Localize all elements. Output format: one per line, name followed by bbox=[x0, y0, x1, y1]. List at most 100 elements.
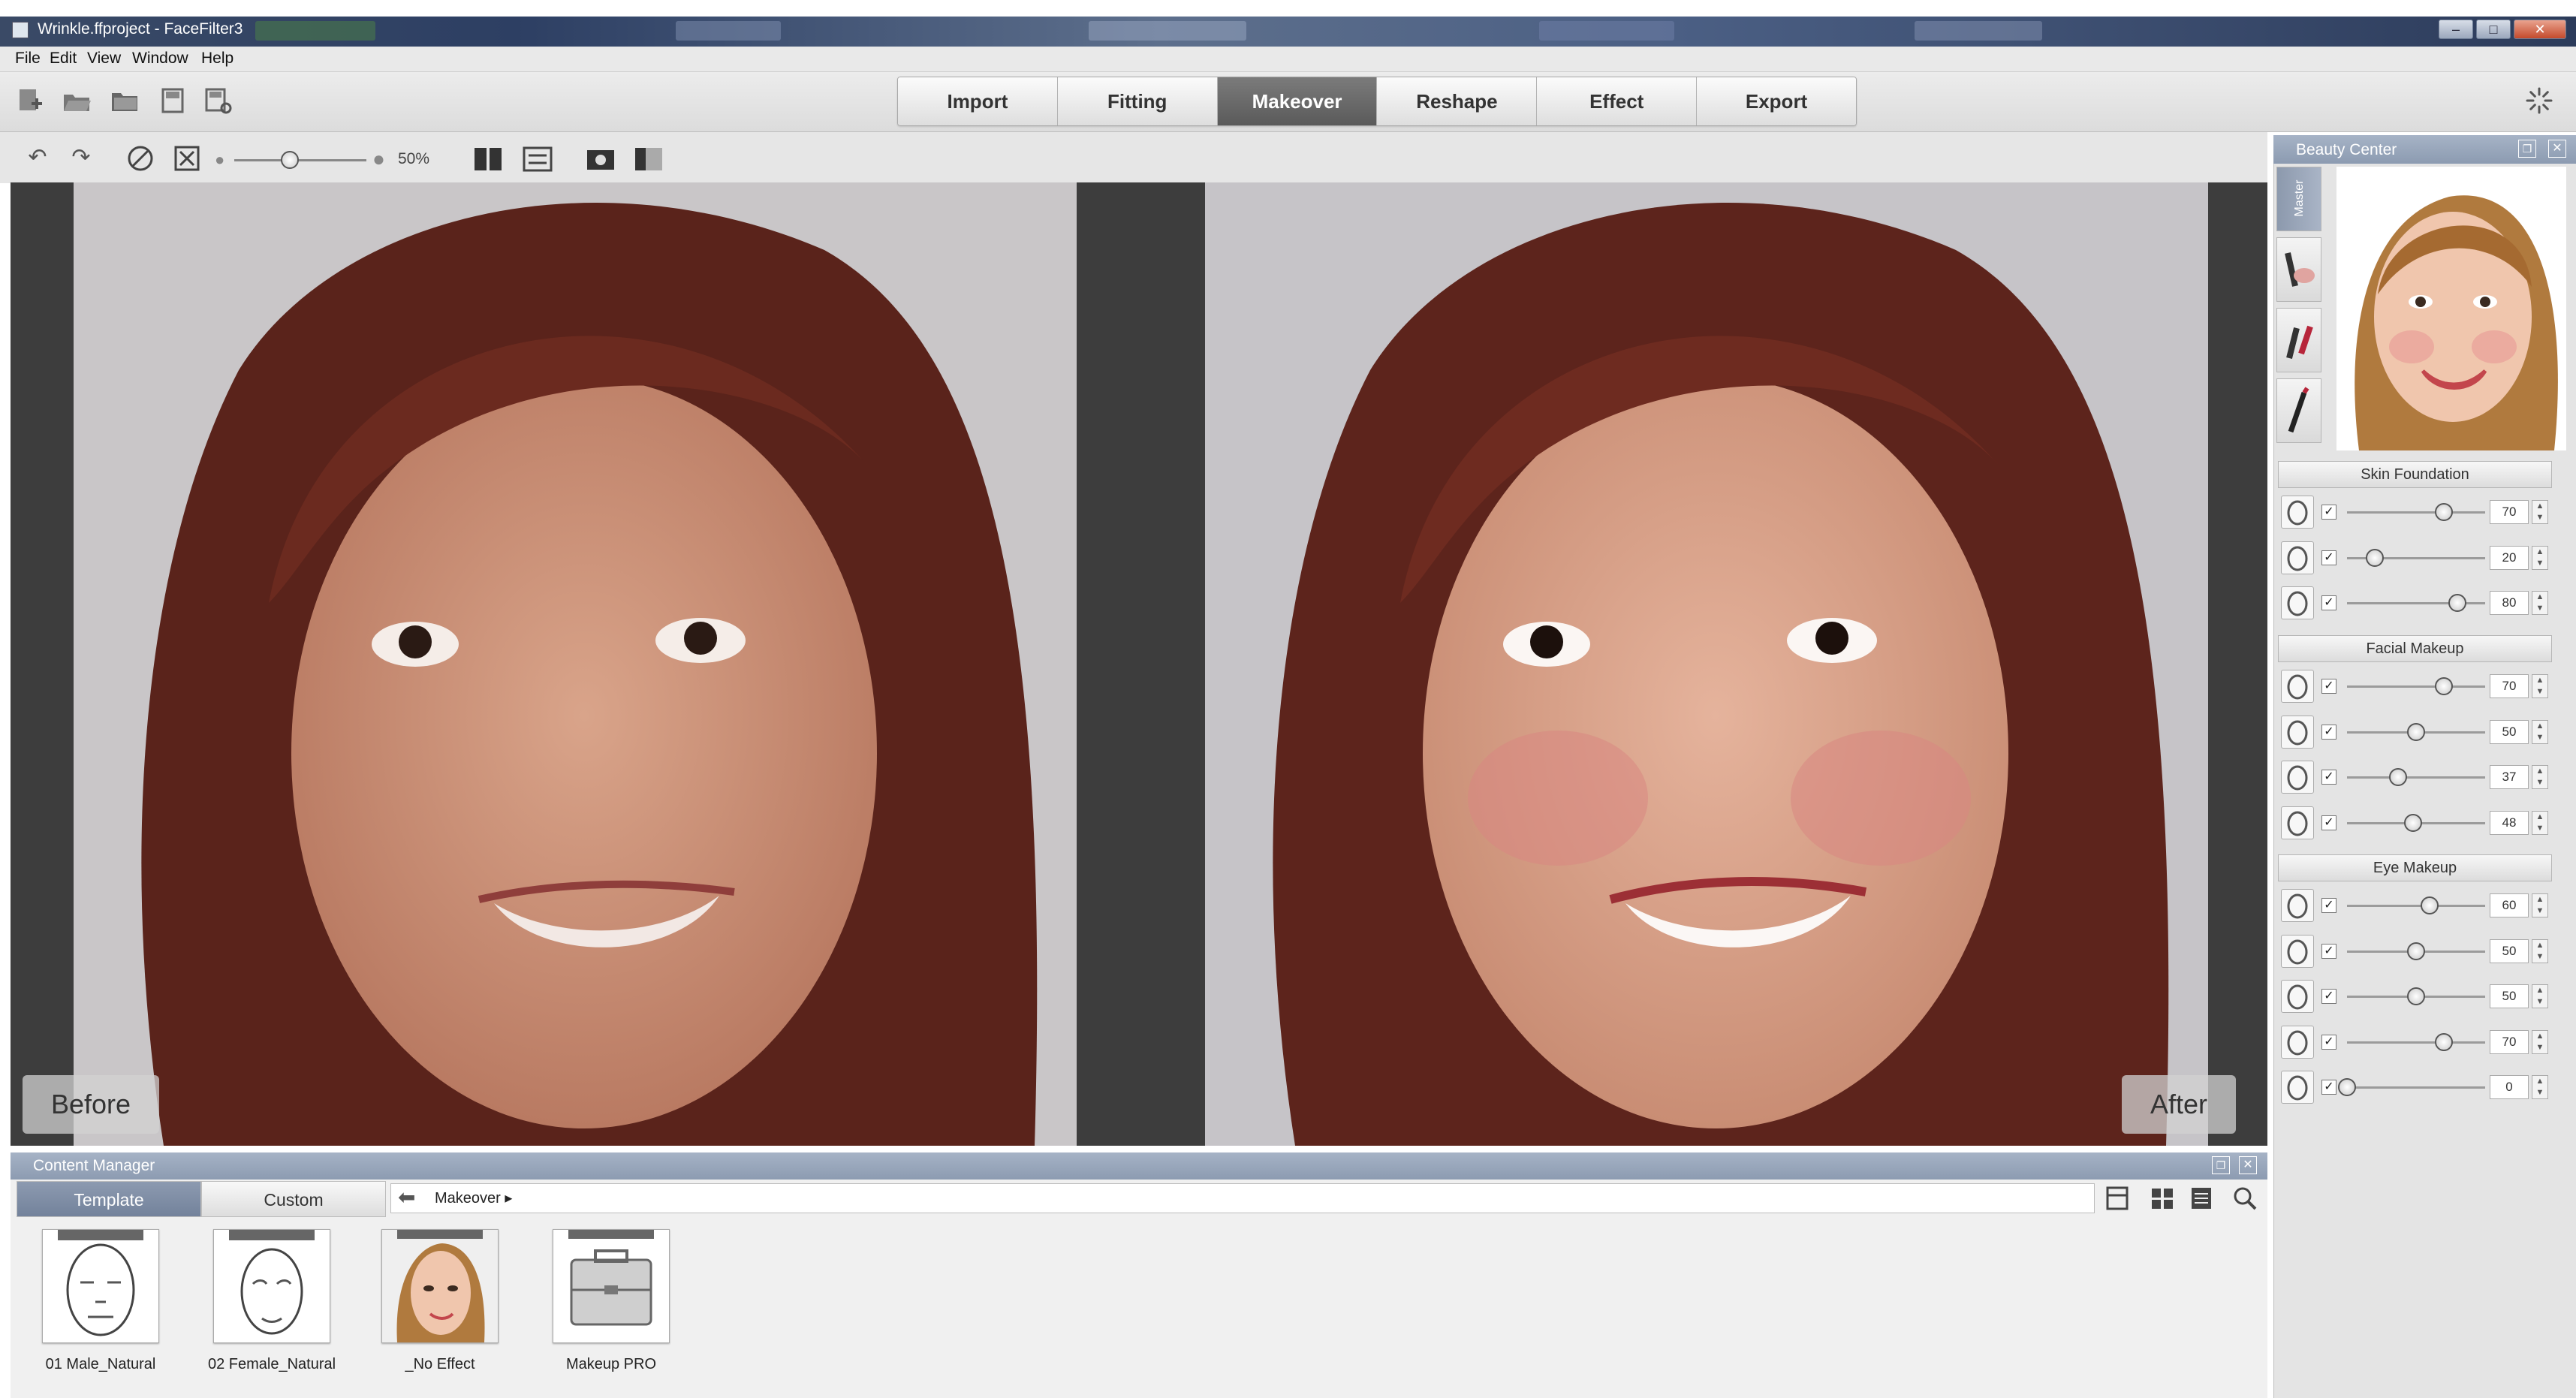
single-view-icon[interactable] bbox=[2104, 1185, 2131, 1212]
enable-checkbox[interactable]: ✓ bbox=[2321, 1034, 2336, 1050]
cheek-icon[interactable] bbox=[2281, 715, 2314, 749]
slider-value[interactable]: 0 bbox=[2490, 1075, 2529, 1099]
eyeliner-icon[interactable] bbox=[2281, 934, 2314, 968]
enable-checkbox[interactable]: ✓ bbox=[2321, 1080, 2336, 1095]
slider-value[interactable]: 50 bbox=[2490, 939, 2529, 963]
panel-close-icon[interactable]: ✕ bbox=[2548, 140, 2566, 158]
save-as-icon[interactable] bbox=[203, 86, 233, 116]
slider-track[interactable] bbox=[2347, 511, 2485, 514]
tab-eye[interactable] bbox=[2276, 378, 2321, 443]
tab-custom[interactable]: Custom bbox=[201, 1181, 386, 1217]
value-spinner[interactable]: ▲ ▼ bbox=[2532, 810, 2548, 835]
breadcrumb-path[interactable]: Makeover ▸ bbox=[435, 1190, 512, 1207]
cm-close-icon[interactable]: ✕ bbox=[2239, 1156, 2257, 1174]
slider-value[interactable]: 70 bbox=[2490, 674, 2529, 698]
slider-track[interactable] bbox=[2347, 905, 2485, 907]
value-spinner[interactable]: ▲ ▼ bbox=[2532, 1029, 2548, 1054]
save-icon[interactable] bbox=[158, 86, 188, 116]
minimize-button[interactable]: – bbox=[2439, 20, 2473, 39]
slider-knob[interactable] bbox=[2434, 1032, 2453, 1051]
slider-value[interactable]: 48 bbox=[2490, 810, 2529, 835]
menu-edit[interactable]: Edit bbox=[50, 50, 77, 68]
value-spinner[interactable]: ▲ ▼ bbox=[2532, 765, 2548, 789]
slider-knob[interactable] bbox=[2389, 768, 2408, 786]
template-female-natural[interactable] bbox=[213, 1229, 330, 1343]
enable-checkbox[interactable]: ✓ bbox=[2321, 770, 2336, 785]
value-spinner[interactable]: ▲ ▼ bbox=[2532, 591, 2548, 615]
value-spinner[interactable]: ▲ ▼ bbox=[2532, 545, 2548, 570]
zoom-out-icon[interactable]: ● bbox=[215, 150, 224, 170]
slider-value[interactable]: 70 bbox=[2490, 500, 2529, 524]
slider-knob[interactable] bbox=[2404, 813, 2423, 832]
slider-track[interactable] bbox=[2347, 1041, 2485, 1044]
lips-color-icon[interactable] bbox=[2281, 761, 2314, 794]
value-spinner[interactable]: ▲ ▼ bbox=[2532, 1075, 2548, 1099]
template-makeup-pro[interactable] bbox=[553, 1229, 670, 1343]
enable-checkbox[interactable]: ✓ bbox=[2321, 724, 2336, 740]
snapshot-icon[interactable] bbox=[586, 146, 616, 173]
maximize-button[interactable]: □ bbox=[2476, 20, 2511, 39]
after-label[interactable]: After bbox=[2122, 1075, 2237, 1134]
slider-track[interactable] bbox=[2347, 685, 2485, 688]
slider-value[interactable]: 70 bbox=[2490, 1029, 2529, 1054]
zoom-slider-knob[interactable] bbox=[280, 151, 299, 169]
tab-makeover[interactable]: Makeover bbox=[1217, 77, 1378, 125]
slider-knob[interactable] bbox=[2407, 942, 2425, 960]
zoom-in-icon[interactable]: ● bbox=[372, 147, 385, 171]
value-spinner[interactable]: ▲ ▼ bbox=[2532, 984, 2548, 1008]
tab-import[interactable]: Import bbox=[898, 77, 1058, 125]
slider-value[interactable]: 37 bbox=[2490, 765, 2529, 789]
slider-value[interactable]: 60 bbox=[2490, 893, 2529, 917]
slider-knob[interactable] bbox=[2407, 722, 2425, 741]
slider-value[interactable]: 80 bbox=[2490, 591, 2529, 615]
tab-effect[interactable]: Effect bbox=[1537, 77, 1698, 125]
menu-window[interactable]: Window bbox=[132, 50, 188, 68]
zoom-slider-track[interactable] bbox=[234, 159, 366, 161]
eyebrow-icon[interactable] bbox=[2281, 889, 2314, 922]
cm-restore-icon[interactable]: ❐ bbox=[2212, 1156, 2230, 1174]
enable-checkbox[interactable]: ✓ bbox=[2321, 679, 2336, 694]
slider-knob[interactable] bbox=[2407, 987, 2425, 1005]
tab-template[interactable]: Template bbox=[17, 1181, 201, 1217]
value-spinner[interactable]: ▲ ▼ bbox=[2532, 674, 2548, 698]
redo-icon[interactable]: ↷ bbox=[66, 143, 96, 173]
iris-icon[interactable] bbox=[2281, 1071, 2314, 1104]
menu-help[interactable]: Help bbox=[201, 50, 233, 68]
before-label[interactable]: Before bbox=[23, 1075, 160, 1134]
tab-skin[interactable] bbox=[2276, 237, 2321, 302]
close-button[interactable]: ✕ bbox=[2514, 20, 2566, 39]
value-spinner[interactable]: ▲ ▼ bbox=[2532, 939, 2548, 963]
lips-icon[interactable] bbox=[2281, 806, 2314, 839]
face-shield-icon[interactable] bbox=[2281, 496, 2314, 529]
slider-knob[interactable] bbox=[2434, 677, 2453, 695]
enable-checkbox[interactable]: ✓ bbox=[2321, 595, 2336, 610]
menu-view[interactable]: View bbox=[87, 50, 121, 68]
tab-export[interactable]: Export bbox=[1697, 77, 1856, 125]
enable-checkbox[interactable]: ✓ bbox=[2321, 505, 2336, 520]
eye-outline-icon[interactable] bbox=[2281, 980, 2314, 1013]
slider-value[interactable]: 20 bbox=[2490, 545, 2529, 570]
template-no-effect[interactable] bbox=[381, 1229, 499, 1343]
slider-knob[interactable] bbox=[2421, 896, 2439, 914]
value-spinner[interactable]: ▲ ▼ bbox=[2532, 719, 2548, 744]
slider-knob[interactable] bbox=[2434, 503, 2453, 521]
slider-knob[interactable] bbox=[2338, 1078, 2356, 1096]
open-folder-icon[interactable] bbox=[110, 86, 140, 116]
reset-icon[interactable] bbox=[126, 144, 155, 173]
slider-track[interactable] bbox=[2347, 776, 2485, 779]
grid-view-icon[interactable] bbox=[2149, 1185, 2176, 1212]
swap-view-icon[interactable] bbox=[523, 146, 553, 173]
value-spinner[interactable]: ▲ ▼ bbox=[2532, 893, 2548, 917]
face-contour-icon[interactable] bbox=[2281, 670, 2314, 703]
enable-checkbox[interactable]: ✓ bbox=[2321, 815, 2336, 830]
slider-track[interactable] bbox=[2347, 1086, 2485, 1089]
face-smooth-icon[interactable] bbox=[2281, 541, 2314, 574]
enable-checkbox[interactable]: ✓ bbox=[2321, 943, 2336, 959]
fit-icon[interactable] bbox=[173, 144, 201, 173]
search-icon[interactable] bbox=[2231, 1185, 2258, 1212]
compare-icon[interactable] bbox=[634, 146, 664, 173]
split-view-icon[interactable] bbox=[473, 146, 503, 173]
tab-reshape[interactable]: Reshape bbox=[1377, 77, 1538, 125]
template-male-natural[interactable] bbox=[42, 1229, 159, 1343]
undo-icon[interactable]: ↶ bbox=[23, 143, 53, 173]
